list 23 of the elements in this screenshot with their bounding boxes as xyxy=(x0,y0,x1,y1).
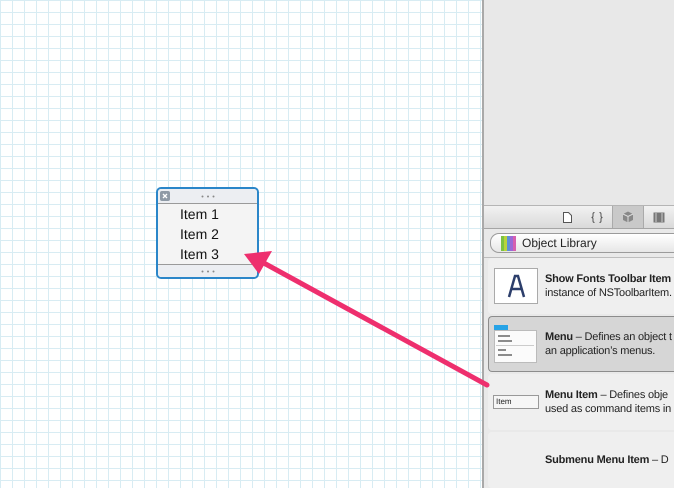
books-icon xyxy=(501,236,517,250)
library-object[interactable]: Submenu Menu Item – D xyxy=(488,432,674,488)
film-icon[interactable] xyxy=(653,212,665,222)
dots-icon xyxy=(200,270,214,272)
menu-thumbnail-icon xyxy=(494,325,538,363)
object-description: Submenu Menu Item – D xyxy=(545,453,669,467)
menu-item-preview: Item xyxy=(493,395,539,409)
library-object[interactable]: Item Menu Item – Defines obje used as command items in xyxy=(488,374,674,430)
letter-a-icon xyxy=(494,268,538,304)
braces-icon[interactable] xyxy=(591,212,603,222)
object-description: Menu – Defines an object t an application’s menus. xyxy=(545,330,672,358)
menu-item[interactable]: Item 1 xyxy=(180,204,219,224)
object-description: Show Fonts Toolbar Item instance of NSToolbarItem. xyxy=(545,272,673,300)
menu-item[interactable]: Item 2 xyxy=(180,224,219,244)
object-description: Menu Item – Defines obje used as command items in xyxy=(545,388,672,416)
library-object[interactable]: Menu – Defines an object t an application’s menus. xyxy=(488,316,674,372)
menu-item[interactable]: Item 3 xyxy=(180,244,219,264)
close-icon[interactable] xyxy=(160,191,170,201)
document-icon[interactable] xyxy=(562,212,572,222)
library-object[interactable]: Show Fonts Toolbar Item instance of NSToolbarItem. xyxy=(488,258,674,314)
dots-icon xyxy=(200,194,214,198)
cube-icon[interactable] xyxy=(622,211,634,223)
library-popup[interactable]: Object Library xyxy=(490,233,674,253)
